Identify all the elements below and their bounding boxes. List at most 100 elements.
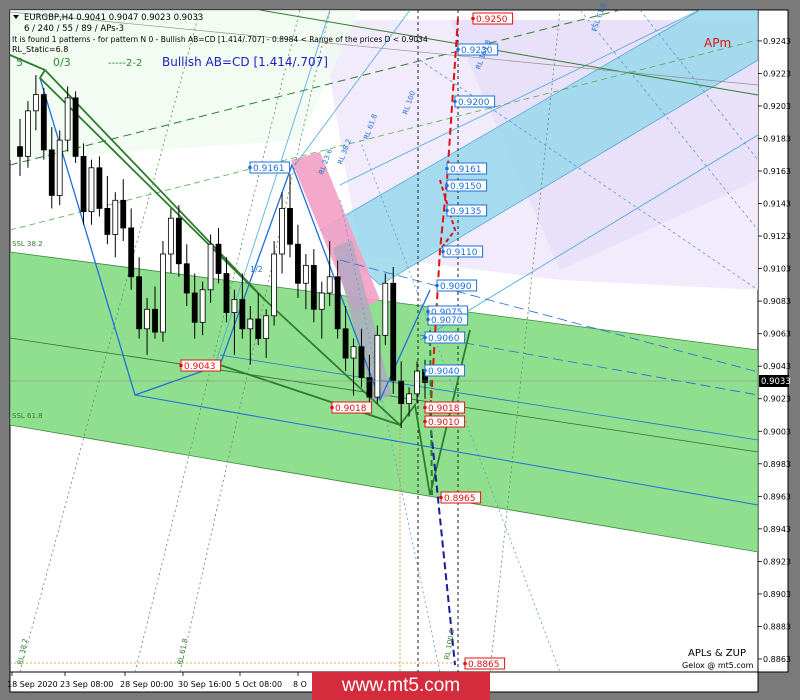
pattern-title: Bullish AB=CD [1.414/.707] [162,55,328,69]
candle-bear [96,167,103,209]
fib-half-label: 1/2 [250,265,263,274]
chart-frame: 0.9033 0.9243 0.9223 0.9203 0.9183 0.9163 0.9… [7,2,791,693]
candle-bull [414,370,420,395]
level-marker [423,419,427,424]
candle-bear [128,227,135,278]
ssl-618-label: SSL 61.8 [12,412,43,420]
candle-bear [120,199,127,229]
candle-bear [390,282,397,382]
level-marker [441,249,445,254]
candle-bear [152,308,158,333]
x-tick-label: 5 Oct 08:00 [235,680,282,689]
y-tick-label: 0.8983 [763,460,791,469]
y-tick-label: 0.9023 [763,395,791,404]
y-tick-label: 0.9123 [763,232,791,241]
candle-bear [223,273,230,313]
current-price-label: 0.9033 [761,377,791,387]
y-tick-label: 0.8863 [763,655,791,664]
candle-bull [318,292,325,310]
x-tick-label: 23 Sep 08:00 [60,680,113,689]
candle-bear [295,243,301,284]
level-marker [423,335,427,340]
candle-bull [326,276,333,294]
level-label: 0.8865 [468,660,500,670]
apm-label: APm [704,36,731,50]
candle-bull [350,346,357,359]
level-marker [423,368,427,373]
level-marker [179,363,183,368]
watermark-banner[interactable]: www.mt5.com [312,672,490,700]
level-label: 0.9161 [253,164,285,174]
candle-bear [239,299,246,330]
y-tick-label: 0.9103 [763,265,791,274]
y-tick-label: 0.9043 [763,362,791,371]
level-marker [445,166,449,171]
candle-bull [88,167,95,213]
candle-bear [215,243,222,274]
y-tick-label: 0.8963 [763,492,791,501]
wave-5: 5 [16,56,23,69]
level-label: 0.9018 [428,404,460,414]
candle-bear [358,346,365,378]
level-label: 0.9070 [431,316,463,326]
candle-bull [263,315,270,339]
candle-bull [374,334,381,398]
candle-bull [112,199,119,235]
candle-bear [80,155,87,213]
level-marker [330,405,334,410]
level-marker [471,16,475,21]
level-label: 0.9110 [446,248,478,258]
level-label: 0.9090 [440,282,472,292]
level-marker [463,661,467,666]
author-label: Gelox @ mt5.com [682,661,754,670]
candle-bull [64,97,71,141]
candle-bear [287,208,293,245]
candle-bull [25,110,31,157]
y-tick-label: 0.9143 [763,200,791,209]
level-marker [453,99,457,104]
level-label: 0.9150 [450,182,482,192]
level-label: 0.9010 [428,418,460,428]
candle-bear [310,264,317,310]
candle-bear [104,208,111,235]
candle-bear [398,380,405,405]
x-tick-label: 28 Sep 00:00 [120,680,173,689]
candle-bear [40,94,47,151]
wave-22: -----2-2 [108,58,142,69]
candle-bear [72,97,79,157]
level-label: 0.9018 [335,404,367,414]
y-tick-label: 0.9183 [763,134,791,143]
candle-bear [48,149,55,196]
y-tick-label: 0.8903 [763,590,791,599]
y-tick-label: 0.9243 [763,37,791,46]
brand-label: APLs & ZUP [688,648,746,659]
candle-bear [183,263,190,294]
level-marker [248,165,252,170]
candle-bear [17,146,23,157]
wave-03: 0/3 [53,56,71,69]
level-label: 0.9200 [458,98,490,108]
candle-bear [191,292,198,323]
pattern-line: It is found 1 patterns - for pattern N 0… [12,35,428,44]
level-marker [426,309,430,314]
candle-bear [175,217,182,265]
level-label: 0.9043 [184,362,216,372]
params-line: 6 / 240 / 55 / 89 / APs-3 [24,24,124,34]
level-label: 0.9040 [428,367,460,377]
level-label: 0.9060 [428,334,460,344]
candle-bull [271,253,278,317]
x-tick-label: 30 Sep 16:00 [178,680,231,689]
candle-bear [255,318,262,339]
candle-bull [32,94,39,112]
candle-bull [231,299,238,313]
candle-bull [406,393,413,405]
candle-bull [160,253,166,333]
rl-static: RL_Static=6.8 [12,45,68,54]
candle-bear [136,276,143,330]
candle-bull [207,243,214,291]
y-tick-label: 0.9003 [763,427,791,436]
level-marker [445,183,449,188]
level-marker [439,495,443,500]
candle-bull [56,139,63,196]
y-tick-label: 0.9063 [763,330,791,339]
